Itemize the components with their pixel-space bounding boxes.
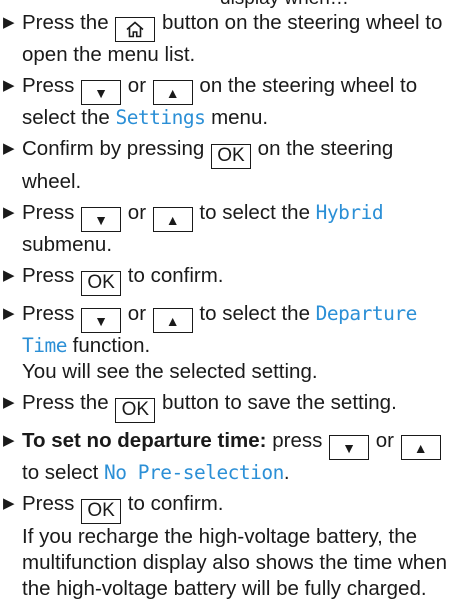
down-arrow-icon: ▼: [94, 212, 109, 228]
up-arrow-icon: ▲: [165, 212, 180, 228]
instruction-step-1: ▶ Press the button on the steering wheel…: [0, 10, 464, 68]
ok-key: OK: [210, 144, 251, 169]
ok-key: OK: [81, 271, 122, 296]
bullet-arrow-icon: ▶: [3, 432, 15, 449]
down-key: ▼: [329, 435, 370, 460]
step-text: Press the: [22, 391, 115, 414]
instruction-step-3: ▶ Confirm by pressing OK on the steering…: [0, 136, 464, 195]
instruction-list: ▶ Press the button on the steering wheel…: [0, 10, 464, 607]
up-key: ▲: [152, 207, 193, 232]
bullet-arrow-icon: ▶: [3, 267, 15, 284]
up-arrow-icon: ▲: [413, 440, 428, 456]
instruction-step-7: ▶ Press the OK button to save the settin…: [0, 390, 464, 423]
up-key: ▲: [152, 308, 193, 333]
up-arrow-icon: ▲: [165, 85, 180, 101]
step-text: or: [122, 201, 152, 224]
step-text: .: [283, 461, 290, 484]
step-text: Confirm by pressing: [22, 137, 210, 160]
bullet-arrow-icon: ▶: [3, 14, 15, 31]
step-text: Press: [22, 264, 81, 287]
step-text: to select: [22, 461, 105, 484]
bullet-arrow-icon: ▶: [3, 394, 15, 411]
step-text: or: [122, 302, 152, 325]
down-arrow-icon: ▼: [342, 440, 356, 456]
step-text: Press the: [22, 11, 115, 34]
down-key: ▼: [81, 207, 122, 232]
step-note: If you recharge the high-voltage battery…: [22, 525, 448, 600]
instruction-step-8: ▶ To set no departure time: press ▼ or ▲…: [0, 428, 464, 486]
ok-key: OK: [81, 499, 122, 524]
instruction-step-2: ▶ Press ▼ or ▲ on the steering wheel to …: [0, 73, 464, 131]
step-text: or: [370, 429, 400, 452]
step-text: to select the: [193, 201, 316, 224]
previous-text-fragment: display when…: [0, 0, 464, 10]
step-text: to confirm.: [122, 264, 224, 287]
instruction-step-6: ▶ Press ▼ or ▲ to select the Departure T…: [0, 301, 464, 385]
step-text: to select the: [193, 302, 316, 325]
step-text: Press: [22, 74, 81, 97]
step-text: menu.: [205, 106, 269, 129]
ok-key: OK: [115, 398, 156, 423]
step-note: You will see the selected setting.: [22, 360, 318, 383]
bullet-arrow-icon: ▶: [3, 495, 15, 512]
step-text: Press: [22, 302, 81, 325]
bullet-arrow-icon: ▶: [3, 140, 15, 157]
previous-text-line: display when…: [220, 0, 349, 8]
menu-name-settings: Settings: [115, 106, 206, 129]
step-text: Press: [22, 492, 81, 515]
up-key: ▲: [400, 435, 441, 460]
step-text: press: [266, 429, 329, 452]
menu-name-no-pre-selection: No Pre-selection: [104, 461, 284, 484]
home-key: [115, 17, 156, 42]
bullet-arrow-icon: ▶: [3, 305, 15, 322]
step-text: Press: [22, 201, 81, 224]
down-arrow-icon: ▼: [94, 85, 109, 101]
instruction-step-4: ▶ Press ▼ or ▲ to select the Hybrid subm…: [0, 200, 464, 258]
step-heading: To set no departure time:: [22, 429, 267, 452]
down-key: ▼: [81, 308, 122, 333]
step-text: to confirm.: [122, 492, 224, 515]
down-arrow-icon: ▼: [94, 313, 109, 329]
step-text: button to save the setting.: [156, 391, 397, 414]
up-arrow-icon: ▲: [165, 313, 180, 329]
instruction-step-9: ▶ Press OK to confirm. If you recharge t…: [0, 491, 464, 602]
step-text: submenu.: [22, 233, 113, 256]
bullet-arrow-icon: ▶: [3, 204, 15, 221]
menu-name-hybrid: Hybrid: [315, 201, 384, 224]
up-key: ▲: [152, 80, 193, 105]
home-icon: [126, 21, 144, 38]
step-text: or: [122, 74, 152, 97]
instruction-step-5: ▶ Press OK to confirm.: [0, 263, 464, 296]
down-key: ▼: [81, 80, 122, 105]
bullet-arrow-icon: ▶: [3, 77, 15, 94]
step-text: function.: [66, 334, 151, 357]
